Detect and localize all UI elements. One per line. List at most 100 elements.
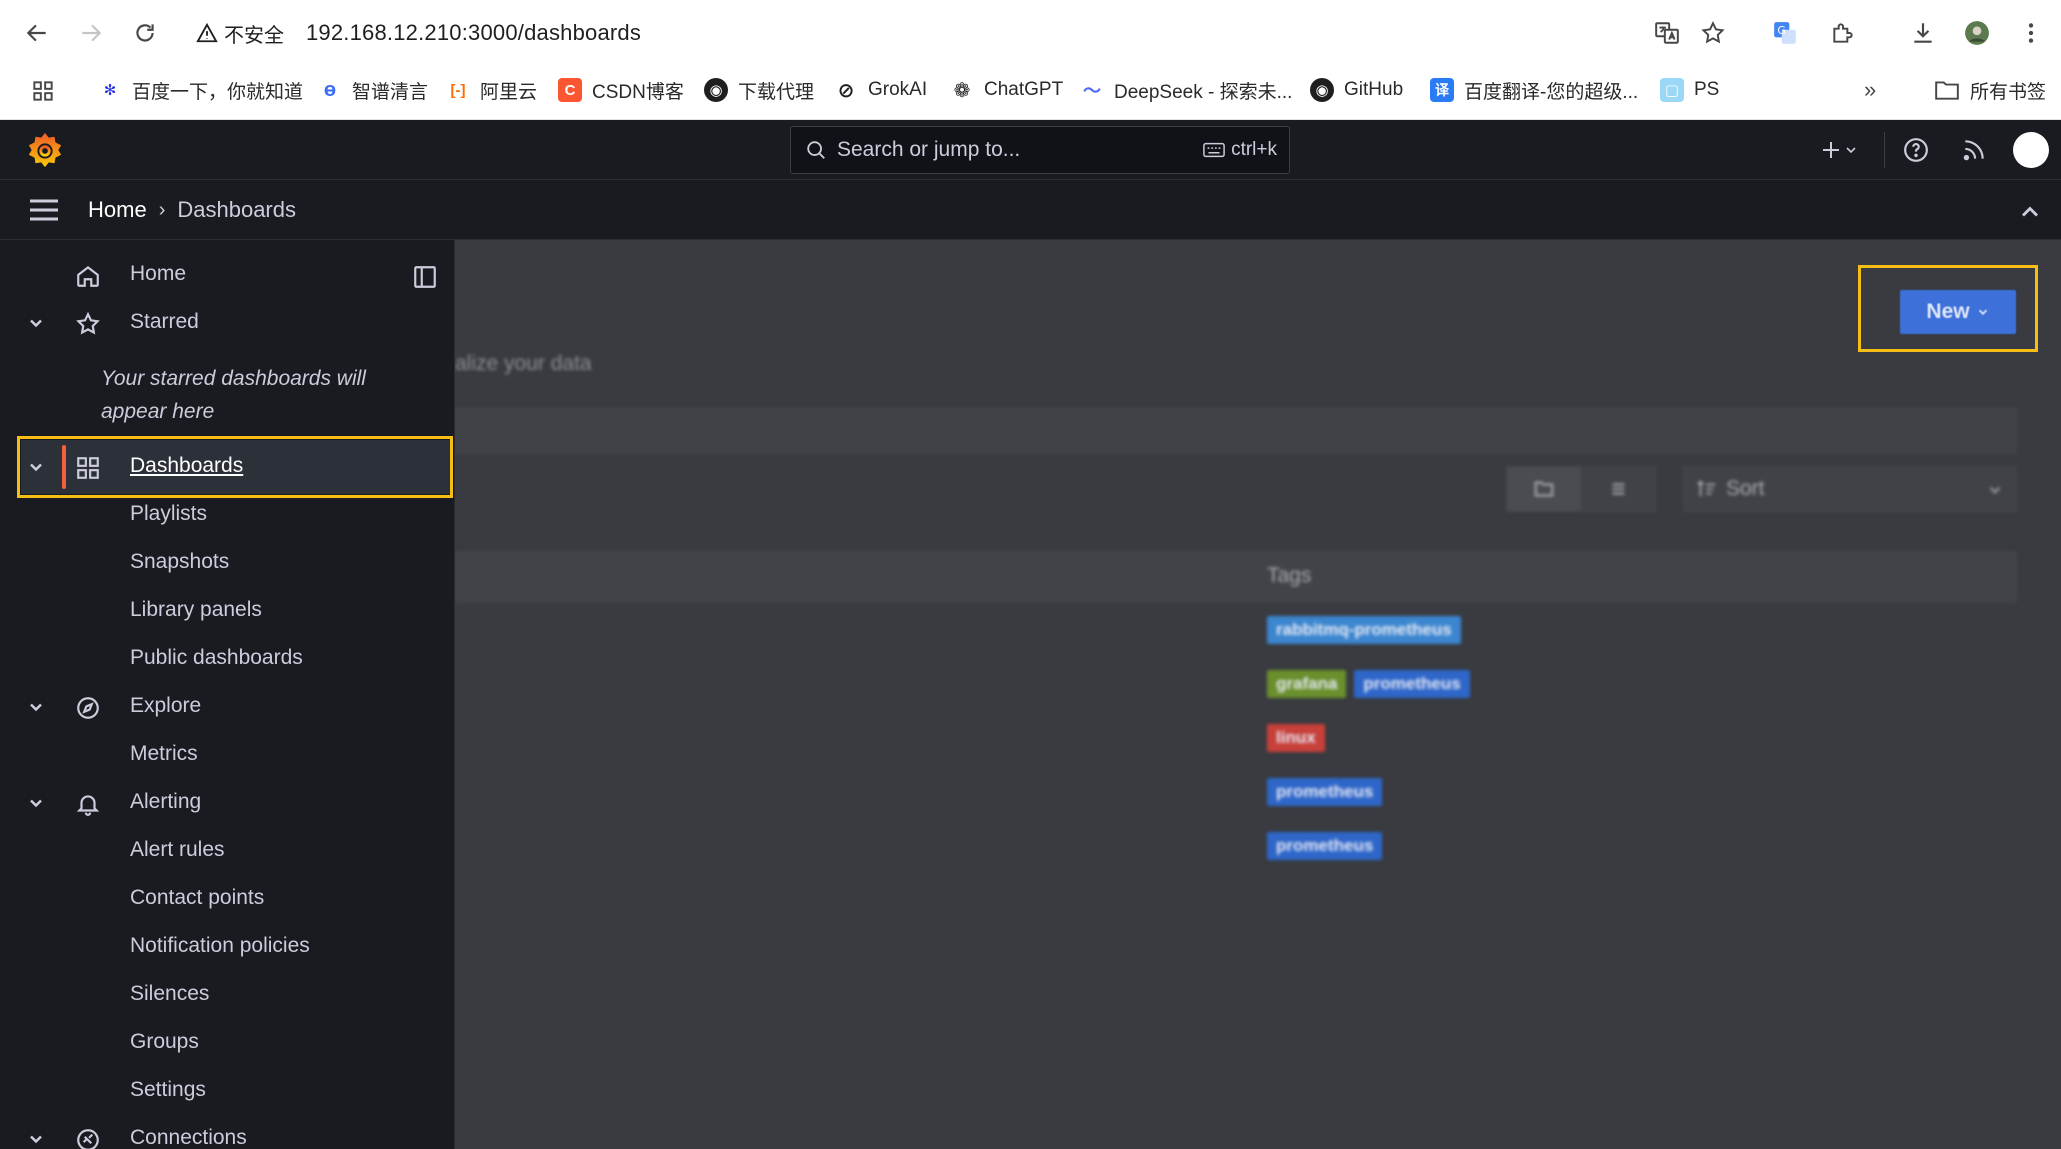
bookmark-aliyun[interactable]: [-] 阿里云 xyxy=(446,75,537,105)
security-indicator[interactable]: 不安全 xyxy=(196,18,284,48)
sidebar-item-settings[interactable]: Settings xyxy=(4,1071,454,1111)
chevron-down-icon[interactable] xyxy=(26,793,46,813)
zhipu-icon: ɵ xyxy=(318,78,342,102)
hamburger-menu-icon[interactable] xyxy=(28,195,60,225)
tag-badge[interactable]: prometheus xyxy=(1267,832,1383,860)
sidebar-item-contact-points[interactable]: Contact points xyxy=(4,879,454,919)
mega-menu-sidebar: Home Starred Your starred dashboards wil… xyxy=(4,240,455,1149)
sidebar-item-label: Snapshots xyxy=(130,550,230,573)
translate-icon[interactable] xyxy=(1648,14,1686,52)
tag-badge[interactable]: prometheus xyxy=(1354,670,1470,698)
bookmark-csdn[interactable]: C CSDN博客 xyxy=(558,75,684,105)
apps-grid-icon[interactable] xyxy=(24,72,62,110)
sidebar-item-label: Alert rules xyxy=(130,838,225,861)
search-input[interactable]: Search or jump to... ctrl+k xyxy=(790,126,1290,174)
sort-select[interactable]: Sort xyxy=(1683,466,2017,512)
list-icon xyxy=(1612,483,1625,495)
more-vert-icon[interactable] xyxy=(2012,14,2050,52)
tag-badge[interactable]: prometheus xyxy=(1267,778,1383,806)
bookmark-ps[interactable]: ▢ PS xyxy=(1660,75,1719,105)
bookmark-label: PS xyxy=(1694,79,1720,100)
sidebar-item-snapshots[interactable]: Snapshots xyxy=(4,543,454,583)
help-button[interactable] xyxy=(1900,134,1932,166)
bell-icon xyxy=(76,795,100,816)
bookmark-deepseek[interactable]: 〜 DeepSeek - 探索未... xyxy=(1080,75,1292,105)
tag-badge[interactable]: rabbitmq-prometheus xyxy=(1267,616,1461,644)
chevron-down-icon xyxy=(1989,487,2001,494)
sidebar-item-groups[interactable]: Groups xyxy=(4,1023,454,1063)
bookmark-grok[interactable]: ⊘ GrokAI xyxy=(834,75,927,105)
breadcrumb-bar xyxy=(0,180,2061,240)
bookmark-baidu-translate[interactable]: 译 百度翻译-您的超级... xyxy=(1430,75,1638,105)
user-avatar[interactable] xyxy=(2013,132,2049,168)
grok-icon: ⊘ xyxy=(834,78,858,102)
bookmark-label: GitHub xyxy=(1344,79,1404,100)
bookmark-download-proxy[interactable]: ◉ 下载代理 xyxy=(704,75,814,105)
google-translate-extension-icon[interactable]: G xyxy=(1766,14,1804,52)
sidebar-item-playlists[interactable]: Playlists xyxy=(4,495,454,535)
folder-icon xyxy=(1534,481,1554,497)
chevron-down-icon[interactable] xyxy=(26,697,46,717)
search-dashboards-input[interactable] xyxy=(455,408,2017,454)
sidebar-item-starred[interactable]: Starred xyxy=(4,303,454,343)
aliyun-icon: [-] xyxy=(446,78,470,102)
add-new-menu-button[interactable] xyxy=(1814,134,1864,166)
connections-icon xyxy=(77,1129,99,1149)
sidebar-item-label: Connections xyxy=(130,1126,247,1149)
sidebar-item-alerting[interactable]: Alerting xyxy=(4,783,454,823)
sidebar-item-alert-rules[interactable]: Alert rules xyxy=(4,831,454,871)
chevron-down-icon[interactable] xyxy=(26,1129,46,1149)
sidebar-item-home[interactable]: Home xyxy=(4,255,454,295)
bookmark-zhipu[interactable]: ɵ 智谱清言 xyxy=(318,75,428,105)
extensions-puzzle-icon[interactable] xyxy=(1824,14,1862,52)
breadcrumb-home-link[interactable]: Home xyxy=(88,197,147,223)
table-header xyxy=(455,551,2017,603)
sidebar-item-label: Notification policies xyxy=(130,934,310,957)
profile-avatar-icon[interactable] xyxy=(1958,14,1996,52)
bookmarks-overflow-button[interactable]: » xyxy=(1864,75,1876,105)
tag-badge[interactable]: grafana xyxy=(1267,670,1347,698)
table-row-tags: prometheus xyxy=(1267,832,1383,860)
sort-icon xyxy=(1697,480,1716,497)
warning-icon xyxy=(196,22,218,43)
bookmark-label: CSDN博客 xyxy=(592,81,684,103)
sidebar-item-connections[interactable]: Connections xyxy=(4,1119,454,1149)
sidebar-item-explore[interactable]: Explore xyxy=(4,687,454,727)
dashboards-page-blurred-content: alize your data Sort Tags rabbitmq-prome… xyxy=(455,240,2061,1149)
search-icon xyxy=(807,141,825,159)
sidebar-item-metrics[interactable]: Metrics xyxy=(4,735,454,775)
search-shortcut-hint: ctrl+k xyxy=(1203,139,1277,161)
bookmark-star-icon[interactable] xyxy=(1694,14,1732,52)
view-toggle xyxy=(1506,466,1656,512)
bookmark-label: ChatGPT xyxy=(984,79,1064,100)
download-icon[interactable] xyxy=(1904,14,1942,52)
chevron-up-icon[interactable] xyxy=(2016,198,2044,226)
grafana-logo-icon[interactable] xyxy=(26,131,64,169)
bookmark-chatgpt[interactable]: ❁ ChatGPT xyxy=(950,75,1063,105)
bookmark-baidu[interactable]: ✻ 百度一下，你就知道 xyxy=(98,75,303,105)
sidebar-item-silences[interactable]: Silences xyxy=(4,975,454,1015)
breadcrumb: Home › Dashboards xyxy=(88,196,296,224)
browser-toolbar: 不安全 192.168.12.210:3000/dashboards G xyxy=(0,0,2061,66)
tag-badge[interactable]: linux xyxy=(1267,724,1325,752)
chevron-down-icon[interactable] xyxy=(26,313,46,333)
search-placeholder: Search or jump to... xyxy=(837,138,1021,161)
sidebar-item-notification-policies[interactable]: Notification policies xyxy=(4,927,454,967)
reload-icon[interactable] xyxy=(126,14,164,52)
bookmark-github[interactable]: ◉ GitHub xyxy=(1310,75,1403,105)
back-arrow-icon[interactable] xyxy=(18,14,56,52)
forward-arrow-icon[interactable] xyxy=(72,14,110,52)
address-bar[interactable]: 192.168.12.210:3000/dashboards xyxy=(306,18,641,48)
csdn-icon: C xyxy=(558,78,582,102)
breadcrumb-separator: › xyxy=(158,198,166,221)
list-view-button[interactable] xyxy=(1581,467,1655,511)
news-feed-button[interactable] xyxy=(1958,134,1990,166)
github-icon: ◉ xyxy=(1310,78,1334,102)
all-bookmarks-button[interactable]: 所有书签 xyxy=(1934,75,2046,105)
sidebar-item-label: Playlists xyxy=(130,502,208,525)
sidebar-item-public-dashboards[interactable]: Public dashboards xyxy=(4,639,454,679)
folder-view-button[interactable] xyxy=(1507,467,1581,511)
sidebar-item-library-panels[interactable]: Library panels xyxy=(4,591,454,631)
bookmark-label: 百度翻译-您的超级... xyxy=(1464,81,1639,103)
bookmark-label: 下载代理 xyxy=(738,81,815,103)
